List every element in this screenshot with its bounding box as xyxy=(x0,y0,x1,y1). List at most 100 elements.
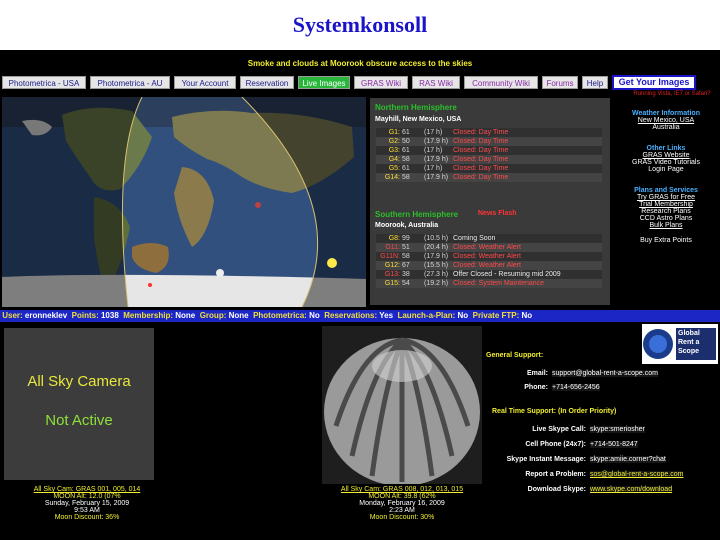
nav-ras-wiki[interactable]: RAS Wiki xyxy=(412,75,460,89)
nav-your-account[interactable]: Your Account xyxy=(174,75,236,89)
telescope-hours: (15.5 h) xyxy=(424,262,449,269)
telescope-row[interactable]: G2: 50 (17.9 h) Closed: Day Time xyxy=(376,137,602,146)
nav-help[interactable]: Help xyxy=(582,75,608,89)
bulk-plans-link[interactable]: Bulk Plans xyxy=(614,222,718,229)
telescope-hours: (17 h) xyxy=(424,165,443,172)
telescope-row[interactable]: G4: 58 (17.9 h) Closed: Day Time xyxy=(376,155,602,164)
weather-australia-link[interactable]: Australia xyxy=(614,124,718,131)
telescope-row[interactable]: G11: 51 (20.4 h) Closed: Weather Alert xyxy=(376,243,602,252)
try-gras-free-link[interactable]: Try GRAS for Free xyxy=(614,194,718,201)
cam1-time: 9:53 AM xyxy=(74,507,100,514)
nav-live-images[interactable]: Live Images xyxy=(298,75,350,89)
telescope-value: 38 xyxy=(402,271,410,278)
southern-site-link[interactable]: Moorook, Australia xyxy=(375,222,438,229)
research-plans-link[interactable]: Research Plans xyxy=(614,208,718,215)
telescope-value: 67 xyxy=(402,262,410,269)
all-sky-camera-title: All Sky Camera xyxy=(27,373,131,390)
northern-site-link[interactable]: Mayhill, New Mexico, USA xyxy=(375,116,461,123)
support-email-link[interactable]: support@global-rent-a-scope.com xyxy=(552,370,658,377)
photometrica-label: Photometrica: xyxy=(253,311,307,320)
telescope-name: G15: xyxy=(384,280,400,287)
camera-dome-graphic xyxy=(322,326,482,484)
world-daylight-map xyxy=(2,97,366,307)
telescope-name: G14: xyxy=(384,174,400,181)
telescope-value: 61 xyxy=(402,147,410,154)
telescope-status: Closed: Weather Alert xyxy=(453,262,521,269)
cam2-caption: All Sky Cam: GRAS 008, 012, 013, 015 MOO… xyxy=(304,486,500,521)
cam1-link[interactable]: All Sky Cam: GRAS 001, 005, 014 xyxy=(2,486,172,493)
other-links-heading: Other Links xyxy=(646,145,686,152)
telescope-name: G13: xyxy=(384,271,400,278)
download-skype-link[interactable]: www.skype.com/download xyxy=(590,486,673,493)
photometrica-value: No xyxy=(309,311,320,320)
telescope-status: Coming Soon xyxy=(453,235,496,242)
skype-im-label: Skype Instant Message: xyxy=(506,456,586,463)
gras-website-link[interactable]: GRAS Website xyxy=(614,152,718,159)
telescope-name: G11N: xyxy=(380,253,400,260)
telescope-status: Closed: Day Time xyxy=(453,165,509,172)
telescope-hours: (17.9 h) xyxy=(424,174,449,181)
skype-call-link[interactable]: skype:smeriosher xyxy=(590,426,645,433)
ccd-astro-plans-link[interactable]: CCD Astro Plans xyxy=(614,215,718,222)
telescope-row[interactable]: G11N: 58 (17.9 h) Closed: Weather Alert xyxy=(376,252,602,261)
nav-photometrica-au[interactable]: Photometrica - AU xyxy=(90,75,170,89)
telescope-name: G8: xyxy=(388,235,400,242)
telescope-status: Closed: Day Time xyxy=(453,156,509,163)
telescope-value: 58 xyxy=(402,156,410,163)
plans-services-heading: Plans and Services xyxy=(634,187,698,194)
telescope-status: Offer Closed - Resuming mid 2009 xyxy=(453,271,561,278)
nav-gras-wiki[interactable]: GRAS Wiki xyxy=(354,75,408,89)
nav-reservation[interactable]: Reservation xyxy=(240,75,294,89)
southern-telescope-list: G8: 99 (10.5 h) Coming Soon G11: 51 (20.4 h) C… xyxy=(376,234,602,288)
telescope-status: Closed: Day Time xyxy=(453,129,509,136)
report-problem-link[interactable]: sos@global-rent-a-scope.com xyxy=(590,471,684,478)
login-page-link[interactable]: Login Page xyxy=(614,166,718,173)
gras-video-tutorials-link[interactable]: GRAS Video Tutorials xyxy=(614,159,718,166)
weather-new-mexico-link[interactable]: New Mexico, USA xyxy=(614,117,718,124)
launch-a-plan-label: Launch-a-Plan: xyxy=(397,311,456,320)
group-label: Group: xyxy=(199,311,227,320)
telescope-status: Closed: Day Time xyxy=(453,138,509,145)
telescope-value: 50 xyxy=(402,138,410,145)
telescope-row[interactable]: G5: 61 (17 h) Closed: Day Time xyxy=(376,164,602,173)
membership-label: Membership: xyxy=(123,311,174,320)
telescope-row[interactable]: G14: 58 (17.9 h) Closed: Day Time xyxy=(376,173,602,182)
telescope-name: G2: xyxy=(388,138,400,145)
world-map-graphic xyxy=(2,97,366,307)
telescope-name: G3: xyxy=(388,147,400,154)
telescope-row[interactable]: G13: 38 (27.3 h) Offer Closed - Resuming mi… xyxy=(376,270,602,279)
telescope-row[interactable]: G12: 67 (15.5 h) Closed: Weather Alert xyxy=(376,261,602,270)
telescope-value: 58 xyxy=(402,174,410,181)
buy-extra-points-link[interactable]: Buy Extra Points xyxy=(614,237,718,244)
telescope-row[interactable]: G3: 61 (17 h) Closed: Day Time xyxy=(376,146,602,155)
nav-community-wiki[interactable]: Community Wiki xyxy=(464,75,538,89)
cam1-moon: MOON Alt: 12.0 (07% xyxy=(53,493,121,500)
cam2-link[interactable]: All Sky Cam: GRAS 008, 012, 013, 015 xyxy=(304,486,500,493)
top-navbar: Photometrica - USA Photometrica - AU You… xyxy=(2,74,718,90)
telescope-status: Closed: System Maintenance xyxy=(453,280,545,287)
telescope-value: 61 xyxy=(402,165,410,172)
all-sky-camera-image[interactable] xyxy=(322,326,482,484)
side-links-column: Weather Information New Mexico, USA Aust… xyxy=(614,110,718,244)
skype-im-link[interactable]: skype:amiie.corner?chat xyxy=(590,456,666,463)
browser-warning[interactable]: Running Vista, IE7 or Safari? xyxy=(625,91,719,97)
telescope-hours: (27.3 h) xyxy=(424,271,449,278)
nav-photometrica-usa[interactable]: Photometrica - USA xyxy=(2,75,86,89)
weather-information-heading: Weather Information xyxy=(632,110,700,117)
telescope-row[interactable]: G8: 99 (10.5 h) Coming Soon xyxy=(376,234,602,243)
slide-title: Systemkonsoll xyxy=(292,12,428,37)
alert-banner: Smoke and clouds at Moorook obscure acce… xyxy=(247,59,473,68)
telescope-status: Closed: Weather Alert xyxy=(453,244,521,251)
news-flash-link[interactable]: News Flash xyxy=(478,210,517,217)
telescope-row[interactable]: G15: 54 (19.2 h) Closed: System Maintenance xyxy=(376,279,602,288)
get-your-images-button[interactable]: Get Your Images xyxy=(612,74,696,90)
trial-membership-link[interactable]: Trial Membership xyxy=(614,201,718,208)
nav-forums[interactable]: Forums xyxy=(542,75,578,89)
cam2-date: Monday, February 16, 2009 xyxy=(359,500,445,507)
reservations-value: Yes xyxy=(379,311,394,320)
telescope-row[interactable]: G1: 61 (17 h) Closed: Day Time xyxy=(376,128,602,137)
telescope-status: Closed: Day Time xyxy=(453,174,509,181)
points-label: Points: xyxy=(71,311,99,320)
general-support-heading: General Support: xyxy=(486,352,544,359)
user-value: eronneklev xyxy=(24,311,68,320)
